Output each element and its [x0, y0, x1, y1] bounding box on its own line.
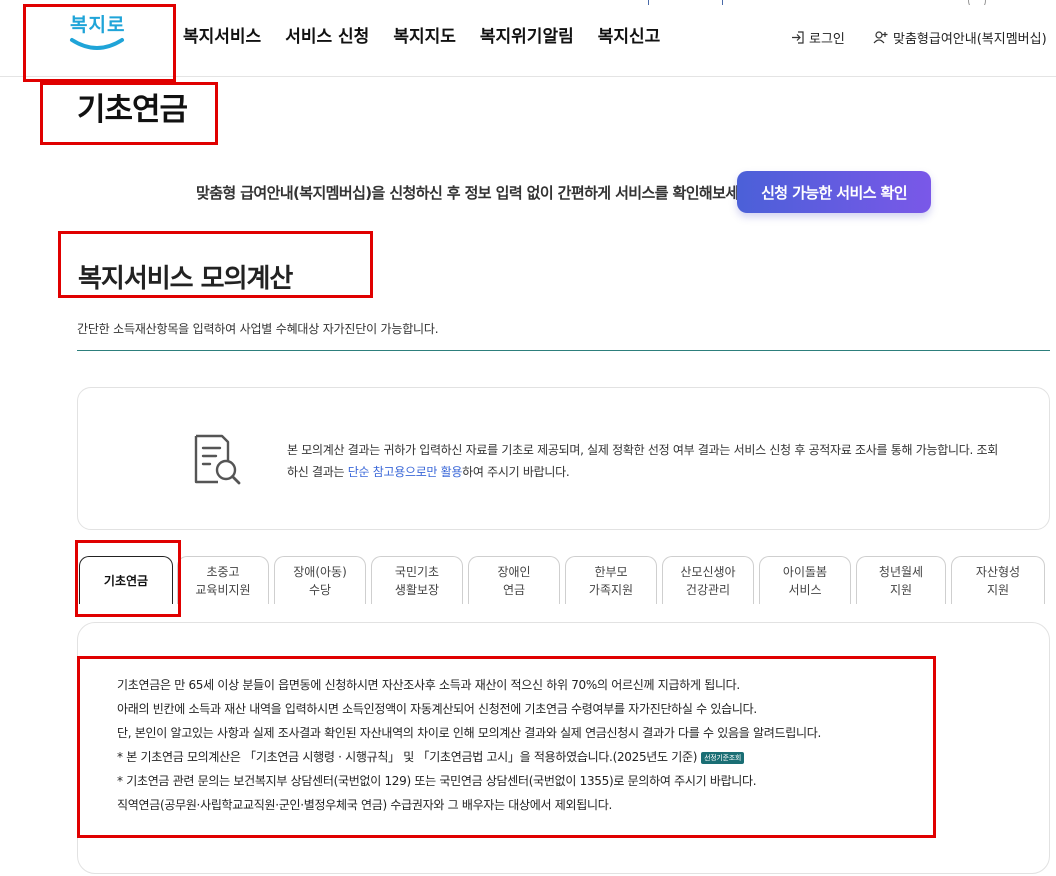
tab-childcare-service[interactable]: 아이돌봄 서비스 [759, 556, 851, 604]
section-title: 복지서비스 모의계산 [78, 264, 293, 294]
tab-label: 기초연금 [103, 573, 149, 588]
tab-disability-child-allowance[interactable]: 장애(아동) 수당 [274, 556, 366, 604]
tab-asset-building-support[interactable]: 자산형성 지원 [951, 556, 1045, 604]
login-label: 로그인 [809, 32, 845, 47]
tab-label: 산모신생아 [680, 564, 736, 579]
nav-welfare-map[interactable]: 복지지도 [393, 22, 456, 47]
info-line: 기초연금은 만 65세 이상 분들이 읍면동에 신청하시면 자산조사후 소득과 … [117, 678, 740, 692]
tab-label-sub: 지원 [986, 582, 1010, 597]
membership-label: 맞춤형급여안내(복지멤버십) [893, 32, 1047, 47]
membership-banner-text: 맞춤형 급여안내(복지멤버십)을 신청하신 후 정보 입력 없이 간편하게 서비… [196, 184, 759, 202]
info-line: 직역연금(공무원·사립학교교직원·군인·별정우체국 연금) 수급권자와 그 배우… [117, 798, 612, 812]
tab-label-sub: 가족지원 [588, 582, 634, 597]
tab-label-sub: 수당 [308, 582, 332, 597]
nav-service-application[interactable]: 서비스 신청 [285, 22, 369, 47]
notice-text: 본 모의계산 결과는 귀하가 입력하신 자료를 기초로 제공되며, 실제 정확한… [287, 439, 1002, 483]
reference-only-link[interactable]: 단순 참고용으로만 활용 [348, 465, 463, 479]
tab-label-sub: 연금 [502, 582, 526, 597]
calculator-tabs: 기초연금 초중고 교육비지원 장애(아동) 수당 국민기초 생활보장 장애인 연… [0, 556, 1056, 604]
membership-link[interactable]: 맞춤형급여안내(복지멤버십) [873, 28, 1047, 47]
tab-label-sub: 건강관리 [685, 582, 731, 597]
top-utility-circle[interactable] [968, 0, 986, 5]
tab-disability-pension[interactable]: 장애인 연금 [468, 556, 560, 604]
main-navigation: 복지서비스 서비스 신청 복지지도 복지위기알림 복지신고 [183, 22, 660, 47]
notice-box: 본 모의계산 결과는 귀하가 입력하신 자료를 기초로 제공되며, 실제 정확한… [77, 387, 1050, 530]
tab-label: 장애인 [497, 564, 531, 579]
nav-welfare-services[interactable]: 복지서비스 [183, 22, 261, 47]
info-line: * 본 기초연금 모의계산은 「기초연금 시행령 · 시행규칙」 및 「기초연금… [117, 750, 698, 764]
info-line: 아래의 빈칸에 소득과 재산 내역을 입력하시면 소득인정액이 자동계산되어 신… [117, 702, 757, 716]
tab-label-sub: 교육비지원 [195, 582, 251, 597]
login-link[interactable]: 로그인 [791, 28, 845, 47]
info-line-with-badge: * 본 기초연금 모의계산은 「기초연금 시행령 · 시행규칙」 및 「기초연금… [117, 745, 897, 769]
tab-youth-rent-support[interactable]: 청년월세 지원 [856, 556, 946, 604]
tab-label: 장애(아동) [293, 564, 347, 579]
tab-label: 한부모 [594, 564, 628, 579]
tab-label: 초중고 [206, 564, 240, 579]
logo-text: 복지로 [70, 14, 126, 36]
logo-smile-icon [70, 38, 124, 50]
tab-basic-pension[interactable]: 기초연금 [79, 556, 173, 604]
top-utility-button[interactable] [648, 0, 723, 5]
site-logo[interactable]: 복지로 [66, 10, 130, 58]
nav-welfare-report[interactable]: 복지신고 [598, 22, 661, 47]
tab-label-sub: 생활보장 [394, 582, 440, 597]
selection-criteria-badge[interactable]: 선정기준조회 [701, 752, 744, 764]
page-title: 기초연금 [77, 92, 188, 128]
nav-welfare-crisis-alert[interactable]: 복지위기알림 [480, 22, 574, 47]
site-header: 복지로 복지서비스 서비스 신청 복지지도 복지위기알림 복지신고 로그인 맞춤… [0, 0, 1056, 77]
check-available-services-button[interactable]: 신청 가능한 서비스 확인 [737, 171, 931, 213]
info-line: * 기초연금 관련 문의는 보건복지부 상담센터(국번없이 129) 또는 국민… [117, 774, 757, 788]
tab-label: 국민기초 [394, 564, 440, 579]
tab-basic-livelihood[interactable]: 국민기초 생활보장 [371, 556, 463, 604]
tab-single-parent-support[interactable]: 한부모 가족지원 [565, 556, 657, 604]
tab-label: 자산형성 [975, 564, 1021, 579]
tab-label-sub: 서비스 [788, 582, 822, 597]
tab-school-education-support[interactable]: 초중고 교육비지원 [177, 556, 269, 604]
basic-pension-info: 기초연금은 만 65세 이상 분들이 읍면동에 신청하시면 자산조사후 소득과 … [117, 673, 897, 817]
notice-text-after: 하여 주시기 바랍니다. [462, 465, 570, 479]
document-search-icon [194, 434, 241, 485]
section-divider [77, 350, 1050, 351]
top-utility-strip [0, 0, 1056, 5]
tab-label-sub: 지원 [889, 582, 913, 597]
tab-maternal-newborn-care[interactable]: 산모신생아 건강관리 [662, 556, 754, 604]
login-icon [792, 31, 804, 44]
member-icon [873, 31, 888, 44]
info-line: 단, 본인이 알고있는 사항과 실제 조사결과 확인된 자산내역의 차이로 인해… [117, 726, 821, 740]
tab-label: 아이돌봄 [782, 564, 828, 579]
tab-label: 청년월세 [878, 564, 924, 579]
section-description: 간단한 소득재산항목을 입력하여 사업별 수혜대상 자가진단이 가능합니다. [77, 322, 439, 336]
